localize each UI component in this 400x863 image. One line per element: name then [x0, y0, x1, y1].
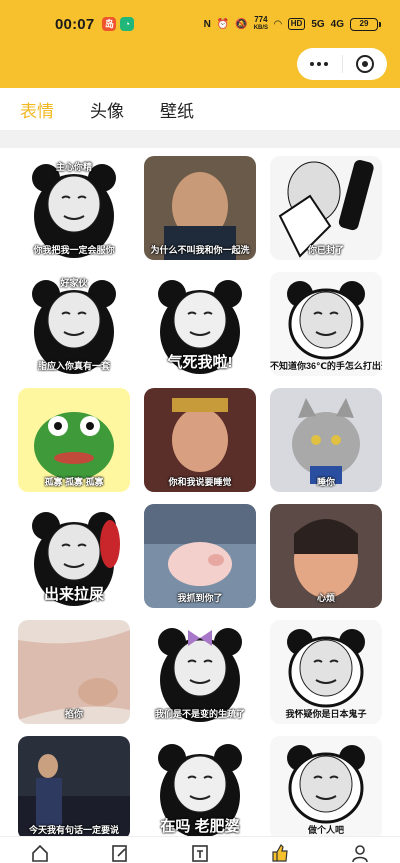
sticker-tile[interactable]: 气死我啦!: [144, 272, 256, 376]
bottom-nav: [0, 836, 400, 863]
target-circle-icon: [355, 55, 374, 73]
sticker-tile[interactable]: 我抓到你了: [144, 504, 256, 608]
net-speed: 774 KB/S: [254, 16, 268, 32]
net-speed-value: 774: [254, 15, 268, 24]
app-notification-icon: 岛: [102, 17, 117, 31]
battery-icon: 29: [350, 17, 381, 31]
sticker-caption: 不知道你36℃的手怎么打出这么冰冷的文字: [270, 361, 382, 371]
signal-4g: 4G: [330, 18, 344, 30]
sticker-tile[interactable]: 不知道你36℃的手怎么打出这么冰冷的文字: [270, 272, 382, 376]
edit-icon[interactable]: [110, 843, 130, 863]
scan-icon[interactable]: [190, 843, 210, 863]
sticker-top-caption: 好家伙: [60, 278, 88, 288]
battery-level: 29: [359, 18, 369, 28]
nfc-icon: Ν: [203, 18, 211, 30]
sticker-caption: 心烦: [316, 593, 335, 603]
status-time: 00:07: [55, 15, 95, 33]
more-dots-icon: [310, 62, 329, 66]
net-speed-unit: KB/S: [253, 25, 269, 31]
sticker-tile[interactable]: 你和我说要睡觉: [144, 388, 256, 492]
sticker-caption: 脂应入你真有一套: [37, 361, 110, 371]
sticker-caption: 你我把我一定会服你: [33, 245, 115, 255]
sticker-tile[interactable]: 你已封了: [270, 156, 382, 260]
sticker-caption: 出来拉屎: [43, 586, 104, 603]
mute-icon: 🔕: [235, 18, 248, 30]
close-button[interactable]: [342, 48, 387, 80]
sticker-tile[interactable]: 出来拉屎: [18, 504, 130, 608]
thumb-icon[interactable]: [270, 843, 290, 863]
sticker-caption: 掐你: [64, 709, 83, 719]
sticker-tile[interactable]: 好家伙脂应入你真有一套: [18, 272, 130, 376]
tab-wallpaper[interactable]: 壁纸: [160, 97, 194, 122]
sticker-tile[interactable]: 我们是不是变的生疏了: [144, 620, 256, 724]
sticker-top-caption: 主心你精: [55, 162, 92, 172]
status-bar: 00:07 岛 ◔ Ν ⏰ 🔕 774 KB/S ◠ HD 5G 4G 29: [0, 0, 400, 48]
app-header: 00:07 岛 ◔ Ν ⏰ 🔕 774 KB/S ◠ HD 5G 4G 29: [0, 0, 400, 88]
sticker-tile[interactable]: 做个人吧: [270, 736, 382, 840]
signal-5g: 5G: [311, 18, 325, 30]
sticker-caption: 我抓到你了: [177, 593, 223, 603]
sticker-tile[interactable]: 心烦: [270, 504, 382, 608]
sticker-tile[interactable]: 我怀疑你是日本鬼子: [270, 620, 382, 724]
sticker-caption: 睡你: [316, 477, 335, 487]
sticker-tile[interactable]: 睡你: [270, 388, 382, 492]
category-tabs: 表情 头像 壁纸: [0, 88, 400, 130]
tab-avatar[interactable]: 头像: [90, 97, 124, 122]
user-icon[interactable]: [350, 843, 370, 863]
sticker-caption: 你已封了: [307, 245, 344, 255]
sticker-tile[interactable]: 在吗 老肥婆: [144, 736, 256, 840]
section-divider: [0, 130, 400, 148]
sticker-caption: 做个人吧: [307, 825, 344, 835]
sticker-grid: 主心你精 你我把我一定会服你 为什么不叫我和你一起洗 你已封了 好家伙 脂应入你真有一套…: [18, 156, 382, 840]
sticker-caption: 孤寡 孤寡 孤寡: [44, 477, 104, 487]
sticker-tile[interactable]: 为什么不叫我和你一起洗: [144, 156, 256, 260]
sticker-caption: 我们是不是变的生疏了: [154, 709, 245, 719]
alarm-icon: ⏰: [216, 18, 230, 30]
sticker-caption: 我怀疑你是日本鬼子: [285, 709, 367, 719]
sticker-caption: 在吗 老肥婆: [160, 818, 240, 835]
sticker-tile[interactable]: 主心你精你我把我一定会服你: [18, 156, 130, 260]
sticker-tile[interactable]: 掐你: [18, 620, 130, 724]
sticker-caption: 你和我说要睡觉: [168, 477, 232, 487]
sticker-tile[interactable]: 孤寡 孤寡 孤寡: [18, 388, 130, 492]
mini-program-capsule: [297, 48, 387, 80]
wifi-icon: ◠: [274, 18, 282, 30]
more-button[interactable]: [297, 48, 342, 80]
home-icon[interactable]: [30, 843, 50, 863]
sticker-caption: 今天我有句话一定要说: [28, 825, 119, 835]
sticker-tile[interactable]: 今天我有句话一定要说: [18, 736, 130, 840]
message-notification-icon: ◔: [120, 17, 135, 31]
sticker-caption: 气死我啦!: [167, 354, 233, 371]
sticker-caption: 为什么不叫我和你一起洗: [150, 245, 250, 255]
tab-emoji[interactable]: 表情: [20, 97, 54, 122]
hd-badge: HD: [287, 18, 306, 30]
